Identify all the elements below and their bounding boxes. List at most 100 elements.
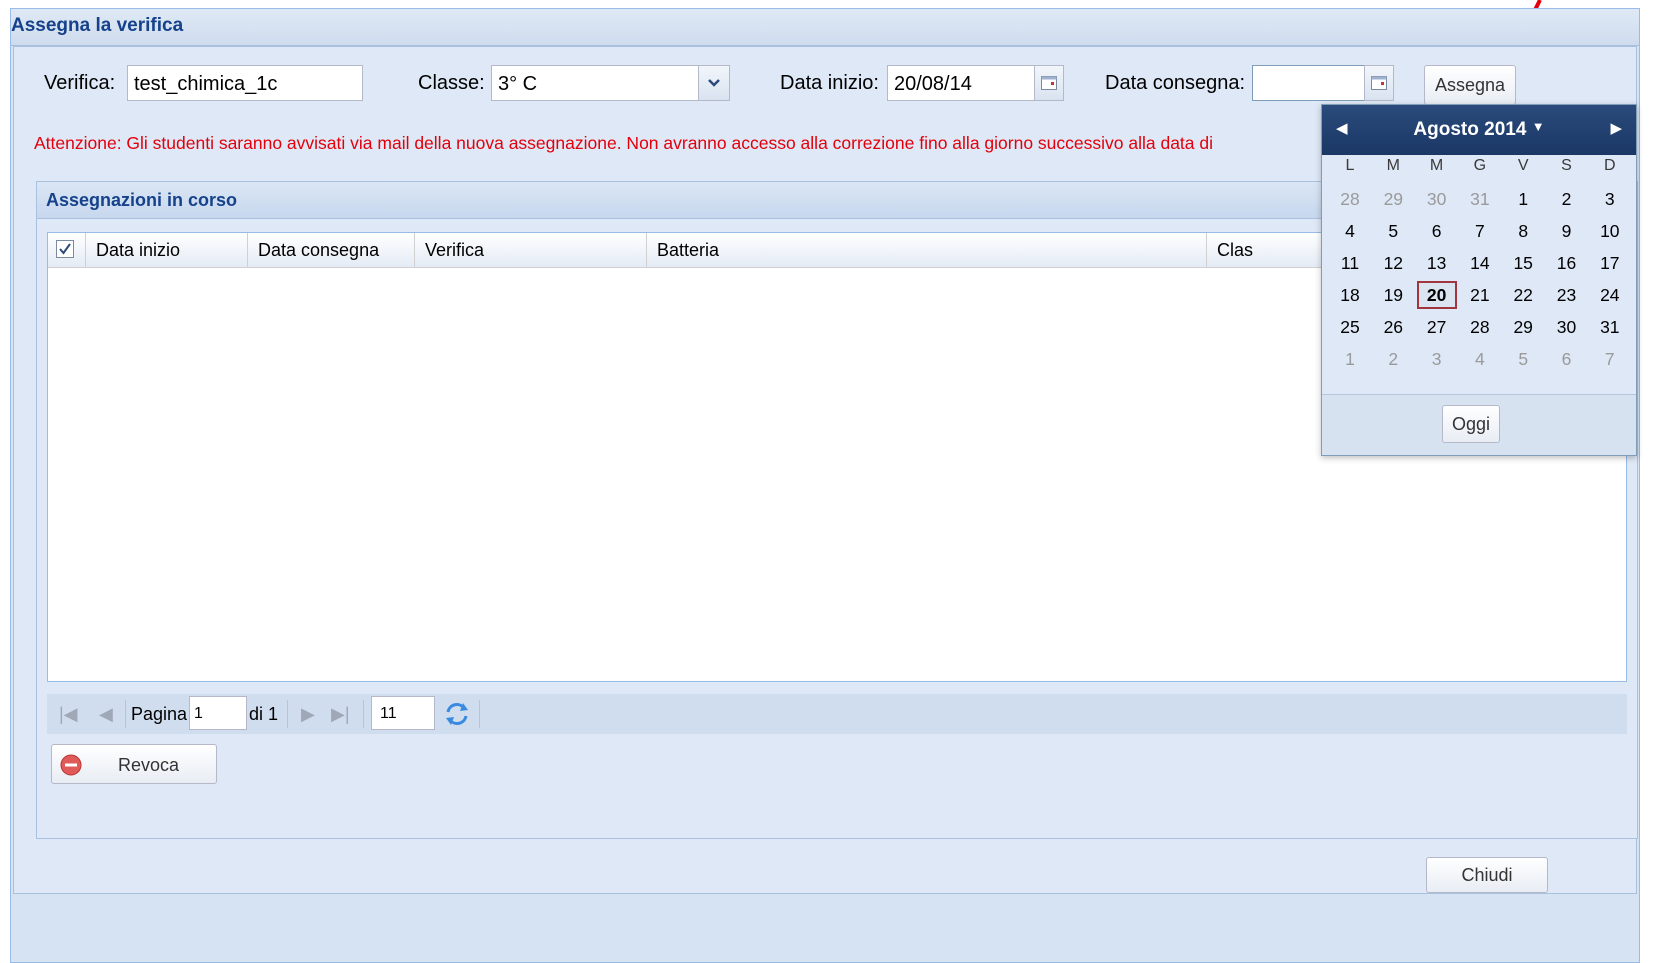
calendar-day[interactable]: 5 [1373,217,1413,245]
weekday-label: V [1517,157,1529,174]
column-header-data-consegna[interactable]: Data consegna [248,233,415,267]
data-inizio-field[interactable]: 20/08/14 [887,65,1035,101]
calendar-day[interactable]: 31 [1590,313,1630,341]
pager-toolbar: |◀ ◀ Pagina 1 di 1 ▶ ▶| 11 [47,694,1627,734]
data-consegna-field[interactable] [1252,65,1366,101]
classe-dropdown-trigger[interactable] [698,65,730,101]
weekday-label: L [1345,157,1355,174]
calendar-day[interactable]: 18 [1330,281,1370,309]
data-consegna-calendar-trigger[interactable] [1364,65,1394,101]
calendar-day[interactable]: 24 [1590,281,1630,309]
first-page-icon[interactable]: |◀ [59,704,78,725]
assegna-button[interactable]: Assegna [1424,65,1516,105]
column-header-verifica[interactable]: Verifica [415,233,647,267]
calendar-day[interactable]: 15 [1503,249,1543,277]
calendar-day[interactable]: 4 [1460,345,1500,373]
calendar-day[interactable]: 1 [1330,345,1370,373]
weekday-label: D [1604,157,1616,174]
weekday-label: G [1473,157,1487,174]
column-header-data-inizio[interactable]: Data inizio [86,233,248,267]
separator [287,700,288,728]
data-inizio-label: Data inizio: [780,72,879,94]
calendar-day[interactable]: 16 [1547,249,1587,277]
chevron-down-icon [708,79,720,87]
remove-icon [60,754,82,776]
calendar-day[interactable]: 2 [1373,345,1413,373]
calendar-day[interactable]: 22 [1503,281,1543,309]
page-count-label: di 1 [249,704,279,724]
page-size-input[interactable]: 11 [371,696,435,730]
calendar-day[interactable]: 13 [1417,249,1457,277]
weekday-label: M [1429,157,1444,174]
calendar-day[interactable]: 23 [1547,281,1587,309]
verifica-label: Verifica: [44,72,116,94]
calendar-day[interactable]: 9 [1547,217,1587,245]
date-picker: ◀ Agosto 2014 ▼ ▶ LMMGVSD 28 29 30 31 1 2 3 4 5 6… [1321,104,1637,456]
calendar-day[interactable]: 28 [1330,185,1370,213]
data-consegna-label: Data consegna: [1105,72,1246,94]
calendar-day[interactable]: 30 [1417,185,1457,213]
calendar-day[interactable]: 6 [1547,345,1587,373]
next-month-icon[interactable]: ▶ [1610,119,1622,137]
calendar-day[interactable]: 29 [1373,185,1413,213]
today-button[interactable]: Oggi [1442,405,1500,443]
refresh-icon[interactable] [443,700,471,733]
data-inizio-calendar-trigger[interactable] [1034,65,1064,101]
classe-label: Classe: [418,72,485,94]
separator [479,700,480,728]
verifica-field[interactable]: test_chimica_1c [127,65,363,101]
caret-down-icon: ▼ [1531,119,1545,134]
weekday-header: LMMGVSD [1322,157,1636,177]
revoca-label: Revoca [118,755,180,775]
last-page-icon[interactable]: ▶| [331,704,350,725]
calendar-day[interactable]: 12 [1373,249,1413,277]
next-page-icon[interactable]: ▶ [301,704,315,725]
assignments-panel-title: Assegnazioni in corso [46,190,238,210]
calendar-day[interactable]: 14 [1460,249,1500,277]
calendar-day[interactable]: 28 [1460,313,1500,341]
revoca-button[interactable]: Revoca [51,744,217,784]
calendar-day[interactable]: 5 [1503,345,1543,373]
calendar-day[interactable]: 25 [1330,313,1370,341]
warning-message: Attenzione: Gli studenti saranno avvisat… [34,133,1214,153]
calendar-day[interactable]: 30 [1547,313,1587,341]
calendar-icon [1041,76,1057,90]
calendar-day[interactable]: 3 [1417,345,1457,373]
separator [363,700,364,728]
calendar-day[interactable]: 1 [1503,185,1543,213]
calendar-day[interactable]: 3 [1590,185,1630,213]
calendar-day[interactable]: 26 [1373,313,1413,341]
classe-select[interactable]: 3° C [491,65,699,101]
select-all-checkbox[interactable] [56,240,74,258]
page-label: Pagina [131,704,188,724]
dialog-title: Assegna la verifica [11,15,184,36]
check-icon [59,243,71,255]
column-header-batteria[interactable]: Batteria [647,233,1207,267]
calendar-day[interactable]: 7 [1590,345,1630,373]
calendar-day[interactable]: 7 [1460,217,1500,245]
calendar-day[interactable]: 8 [1503,217,1543,245]
month-year-selector[interactable]: Agosto 2014 ▼ [1322,119,1636,141]
select-all-column [48,233,86,267]
chiudi-button[interactable]: Chiudi [1426,857,1548,893]
prev-page-icon[interactable]: ◀ [99,704,113,725]
calendar-day[interactable]: 29 [1503,313,1543,341]
calendar-day[interactable]: 6 [1417,217,1457,245]
separator [125,700,126,728]
calendar-day[interactable]: 2 [1547,185,1587,213]
calendar-day[interactable]: 19 [1373,281,1413,309]
date-picker-header: ◀ Agosto 2014 ▼ ▶ [1322,105,1636,155]
calendar-day[interactable]: 17 [1590,249,1630,277]
page-number-input[interactable]: 1 [189,696,247,730]
calendar-day[interactable]: 21 [1460,281,1500,309]
calendar-icon [1371,76,1387,90]
calendar-day[interactable]: 31 [1460,185,1500,213]
calendar-day[interactable]: 10 [1590,217,1630,245]
month-year-label: Agosto 2014 [1413,119,1527,140]
calendar-day[interactable]: 27 [1417,313,1457,341]
weekday-label: S [1561,157,1572,174]
calendar-day[interactable]: 4 [1330,217,1370,245]
weekday-label: M [1386,157,1400,174]
calendar-day[interactable]: 11 [1330,249,1370,277]
calendar-day[interactable]: 20 [1416,281,1457,309]
